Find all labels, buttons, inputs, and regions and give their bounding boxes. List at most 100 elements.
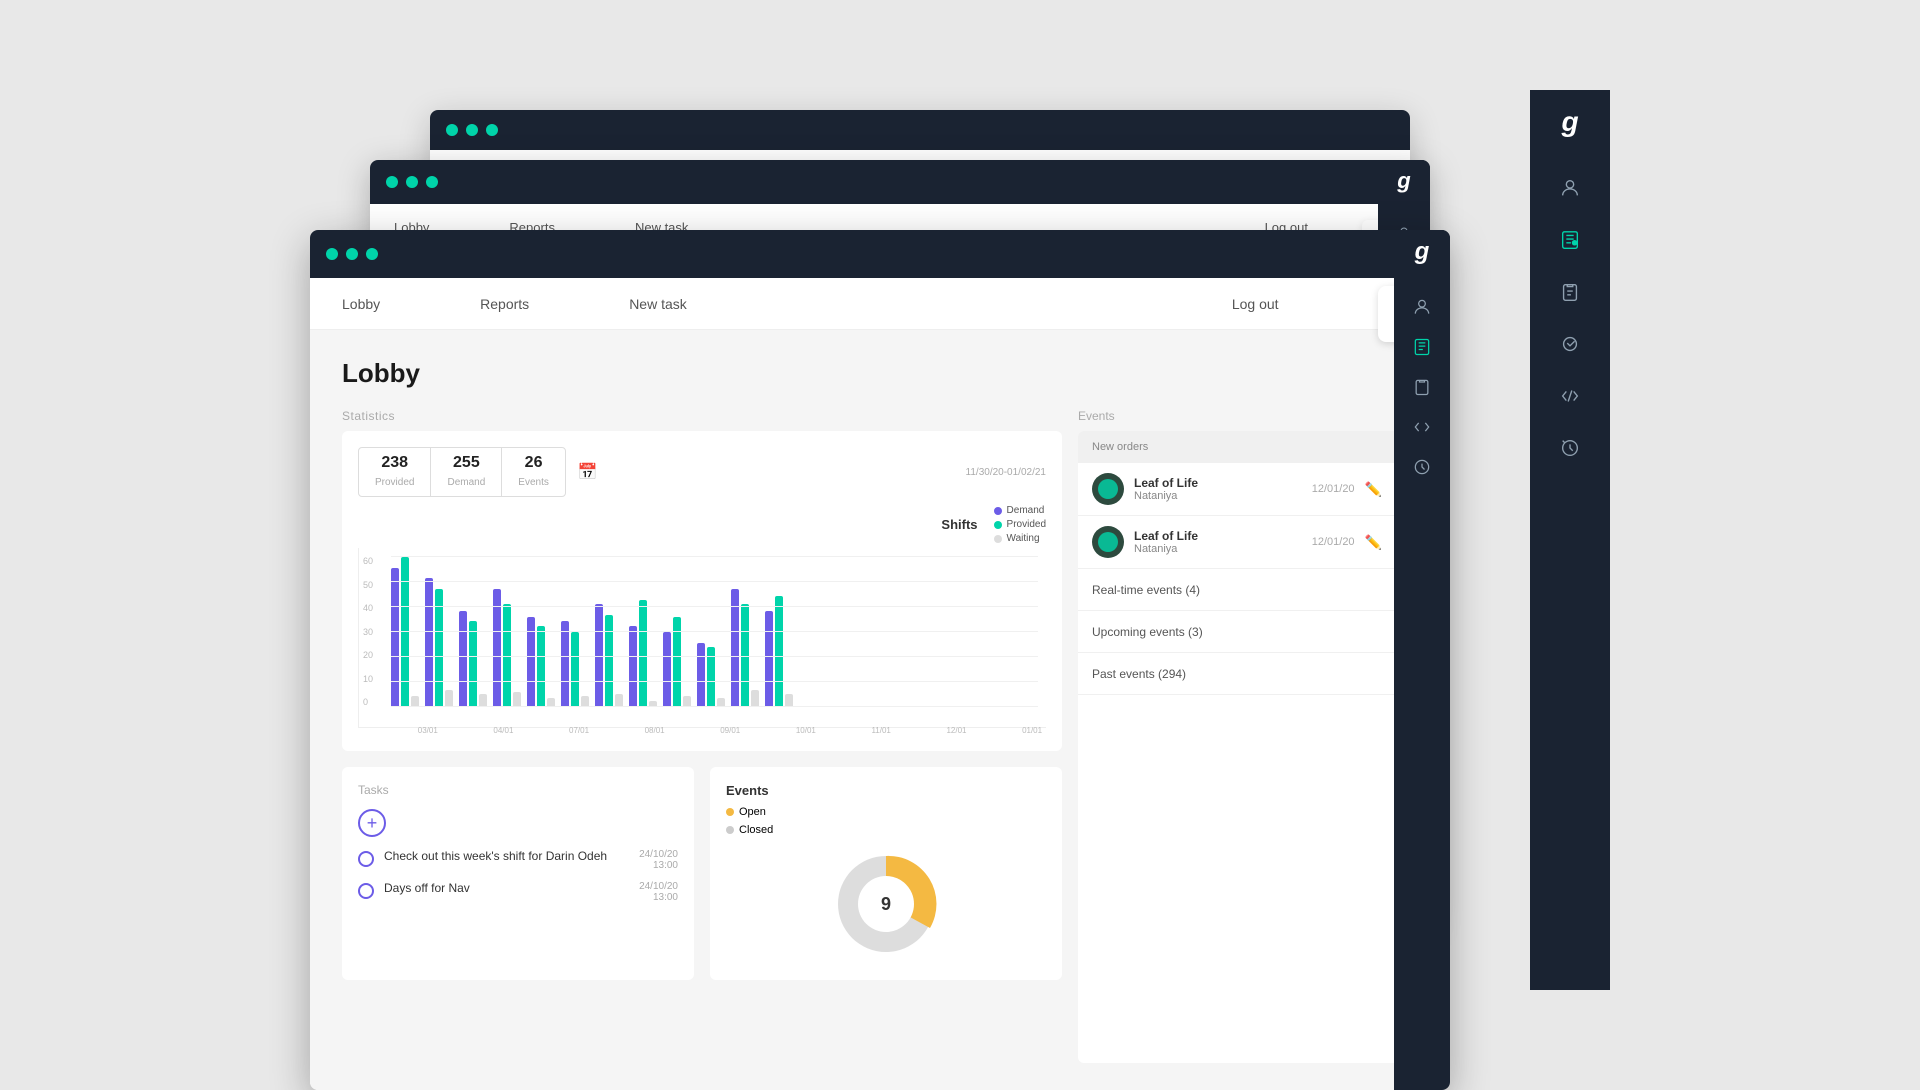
task-item-1: Check out this week's shift for Darin Od… <box>358 849 678 871</box>
event-edit-1[interactable]: ✏️ <box>1365 481 1382 498</box>
x-label: 11/01 <box>871 726 890 735</box>
bar-waiting-10 <box>751 690 759 707</box>
bar-waiting-5 <box>581 696 589 707</box>
chart-title: Shifts <box>358 517 978 532</box>
event-avatar-inner-1 <box>1098 479 1118 499</box>
sidebar-icon-reports[interactable] <box>1550 220 1590 260</box>
bar-provided-1 <box>435 589 443 707</box>
nav1-newtask[interactable]: New task <box>629 296 687 312</box>
events-section-label: Events <box>1078 409 1418 423</box>
bar-group-4 <box>527 617 555 707</box>
sidebar-icon-clipboard[interactable] <box>1550 272 1590 312</box>
bar-demand-3 <box>493 589 501 707</box>
bar-waiting-7 <box>649 701 657 707</box>
nav1-logout[interactable]: Log out <box>1232 296 1279 312</box>
w2-sidebar-logo: g <box>1397 168 1410 194</box>
y-label-0: 0 <box>363 697 373 707</box>
bar-provided-7 <box>639 600 647 707</box>
task-checkbox-1[interactable] <box>358 851 374 867</box>
statistics-card: 238 Provided 255 Demand 26 <box>342 431 1062 751</box>
stat-events: 26 Events <box>502 448 565 496</box>
sidebar-icon-user[interactable] <box>1550 168 1590 208</box>
nav1-lobby[interactable]: Lobby <box>342 296 380 312</box>
navbar-1: Lobby Reports New task Log out EN <box>310 278 1450 330</box>
x-label: 01/01 <box>1022 726 1042 735</box>
page-title: Lobby <box>342 358 1418 389</box>
titlebar-2 <box>370 160 1430 204</box>
event-edit-2[interactable]: ✏️ <box>1365 534 1382 551</box>
sidebar-icon-tasks[interactable] <box>1550 324 1590 364</box>
new-orders-label: New orders <box>1078 431 1418 463</box>
stat-events-num: 26 <box>518 454 549 472</box>
accordion-upcoming-label: Upcoming events (3) <box>1092 625 1203 639</box>
legend-demand-dot <box>994 507 1002 515</box>
w1-sidebar-icon-reports[interactable] <box>1407 332 1437 362</box>
w1-dot-1 <box>326 248 338 260</box>
pie-chart-container: 9 <box>726 844 1046 964</box>
events-closed-legend: Closed <box>726 824 1046 836</box>
task-text-1: Check out this week's shift for Darin Od… <box>384 849 629 863</box>
bar-waiting-3 <box>513 692 521 707</box>
legend-provided: Provided <box>994 519 1046 530</box>
add-task-button[interactable]: + <box>358 809 386 837</box>
bar-demand-4 <box>527 617 535 707</box>
stat-demand: 255 Demand <box>431 448 502 496</box>
accordion-upcoming[interactable]: Upcoming events (3) ⌄ <box>1078 611 1418 653</box>
w1-sidebar: g <box>1394 230 1450 1090</box>
bar-group-6 <box>595 604 623 707</box>
bar-provided-2 <box>469 621 477 707</box>
right-column: Events New orders Leaf of Life Nataniya <box>1078 409 1418 1063</box>
x-label: 04/01 <box>493 726 513 735</box>
pie-number: 9 <box>881 894 891 914</box>
bar-demand-0 <box>391 568 399 707</box>
w1-dot-3 <box>366 248 378 260</box>
event-person-1: Nataniya <box>1134 490 1302 502</box>
bar-group-1 <box>425 578 453 707</box>
grid-line <box>391 581 1038 582</box>
x-label: 08/01 <box>645 726 665 735</box>
w1-sidebar-icon-clipboard[interactable] <box>1407 372 1437 402</box>
right-sidebar: g <box>1530 90 1610 990</box>
bar-demand-11 <box>765 611 773 707</box>
w1-sidebar-icon-user[interactable] <box>1407 292 1437 322</box>
stat-group: 238 Provided 255 Demand 26 <box>358 447 566 497</box>
x-axis: 03/01 04/01 07/01 08/01 09/01 10/01 11/0… <box>390 726 1062 735</box>
stat-events-lbl: Events <box>518 477 549 488</box>
task-text-2: Days off for Nav <box>384 881 629 895</box>
tasks-section: Tasks + Check out this week's shift for … <box>342 767 1062 980</box>
event-avatar-2 <box>1092 526 1124 558</box>
bar-group-3 <box>493 589 521 707</box>
grid-line <box>391 556 1038 557</box>
task-date-val-2: 24/10/20 <box>639 881 678 892</box>
w1-sidebar-icon-history[interactable] <box>1407 452 1437 482</box>
titlebar-dot-3 <box>486 124 498 136</box>
sidebar-icon-history[interactable] <box>1550 428 1590 468</box>
bar-chart-wrapper: 0 10 20 30 40 50 60 <box>358 548 1046 739</box>
bar-group-11 <box>765 596 793 707</box>
nav1-reports[interactable]: Reports <box>480 296 529 312</box>
accordion-past[interactable]: Past events (294) ⌄ <box>1078 653 1418 695</box>
legend-provided-dot <box>994 521 1002 529</box>
task-checkbox-2[interactable] <box>358 883 374 899</box>
bar-waiting-8 <box>683 696 691 707</box>
bar-provided-5 <box>571 632 579 707</box>
y-axis: 0 10 20 30 40 50 60 <box>363 556 373 707</box>
statistics-section: Statistics 238 Provided 255 <box>342 409 1062 751</box>
accordion-realtime[interactable]: Real-time events (4) ⌄ <box>1078 569 1418 611</box>
legend-waiting-label: Waiting <box>1007 533 1040 544</box>
bar-provided-4 <box>537 626 545 707</box>
bar-provided-6 <box>605 615 613 707</box>
calendar-icon[interactable]: 📅 <box>578 462 598 482</box>
w1-dot-2 <box>346 248 358 260</box>
w2-dot-3 <box>426 176 438 188</box>
w1-sidebar-icon-arrows[interactable] <box>1407 412 1437 442</box>
w2-dot-1 <box>386 176 398 188</box>
bar-demand-1 <box>425 578 433 707</box>
task-date-val-1: 24/10/20 <box>639 849 678 860</box>
bar-group-9 <box>697 643 725 707</box>
w1-sidebar-logo: g <box>1415 238 1430 266</box>
x-label: 03/01 <box>418 726 438 735</box>
sidebar-icon-arrows[interactable] <box>1550 376 1590 416</box>
events-closed-dot <box>726 826 734 834</box>
y-label-50: 50 <box>363 580 373 590</box>
